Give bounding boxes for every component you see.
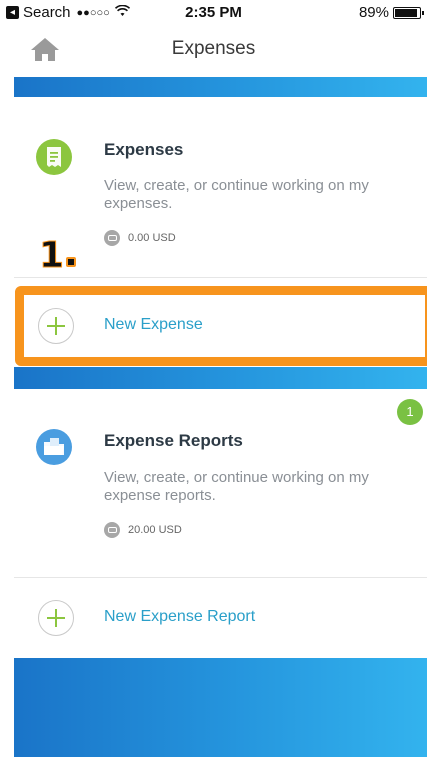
section-band	[14, 367, 427, 389]
header-band	[14, 77, 427, 97]
expenses-title: Expenses	[104, 140, 184, 159]
new-expense-report-button[interactable]: New Expense Report	[14, 586, 427, 650]
expense-reports-card[interactable]: Expense Reports View, create, or continu…	[14, 389, 427, 577]
expense-reports-description: View, create, or continue working on my …	[104, 469, 369, 504]
divider	[14, 577, 427, 578]
add-icon	[38, 600, 74, 636]
new-expense-button[interactable]: New Expense	[14, 294, 427, 358]
expense-reports-title: Expense Reports	[104, 431, 243, 450]
receipt-icon	[36, 139, 72, 175]
divider	[14, 277, 427, 278]
step-annotation: 1	[38, 235, 77, 276]
folder-icon	[36, 429, 72, 465]
step-dot	[66, 257, 77, 267]
expenses-amount: 0.00 USD	[128, 232, 176, 244]
new-expense-report-label: New Expense Report	[104, 608, 256, 625]
add-icon	[38, 308, 74, 344]
status-bar: ◂ Search ●●○○○ 2:35 PM 89%	[0, 0, 427, 24]
step-number: 1	[38, 235, 65, 276]
battery-percent: 89%	[358, 4, 389, 21]
status-right: 89%	[358, 4, 424, 21]
battery-icon	[393, 6, 424, 19]
money-icon	[104, 230, 120, 246]
notification-badge: 1	[397, 399, 423, 425]
expenses-description: View, create, or continue working on my …	[104, 177, 369, 212]
money-icon	[104, 522, 120, 538]
new-expense-label: New Expense	[104, 316, 203, 333]
page-title: Expenses	[171, 38, 256, 59]
nav-bar: Expenses	[0, 24, 427, 74]
footer-band	[14, 658, 427, 757]
expense-reports-amount-row: 20.00 USD	[104, 522, 182, 538]
expense-reports-amount: 20.00 USD	[128, 524, 182, 536]
expenses-amount-row: 0.00 USD	[104, 230, 176, 246]
